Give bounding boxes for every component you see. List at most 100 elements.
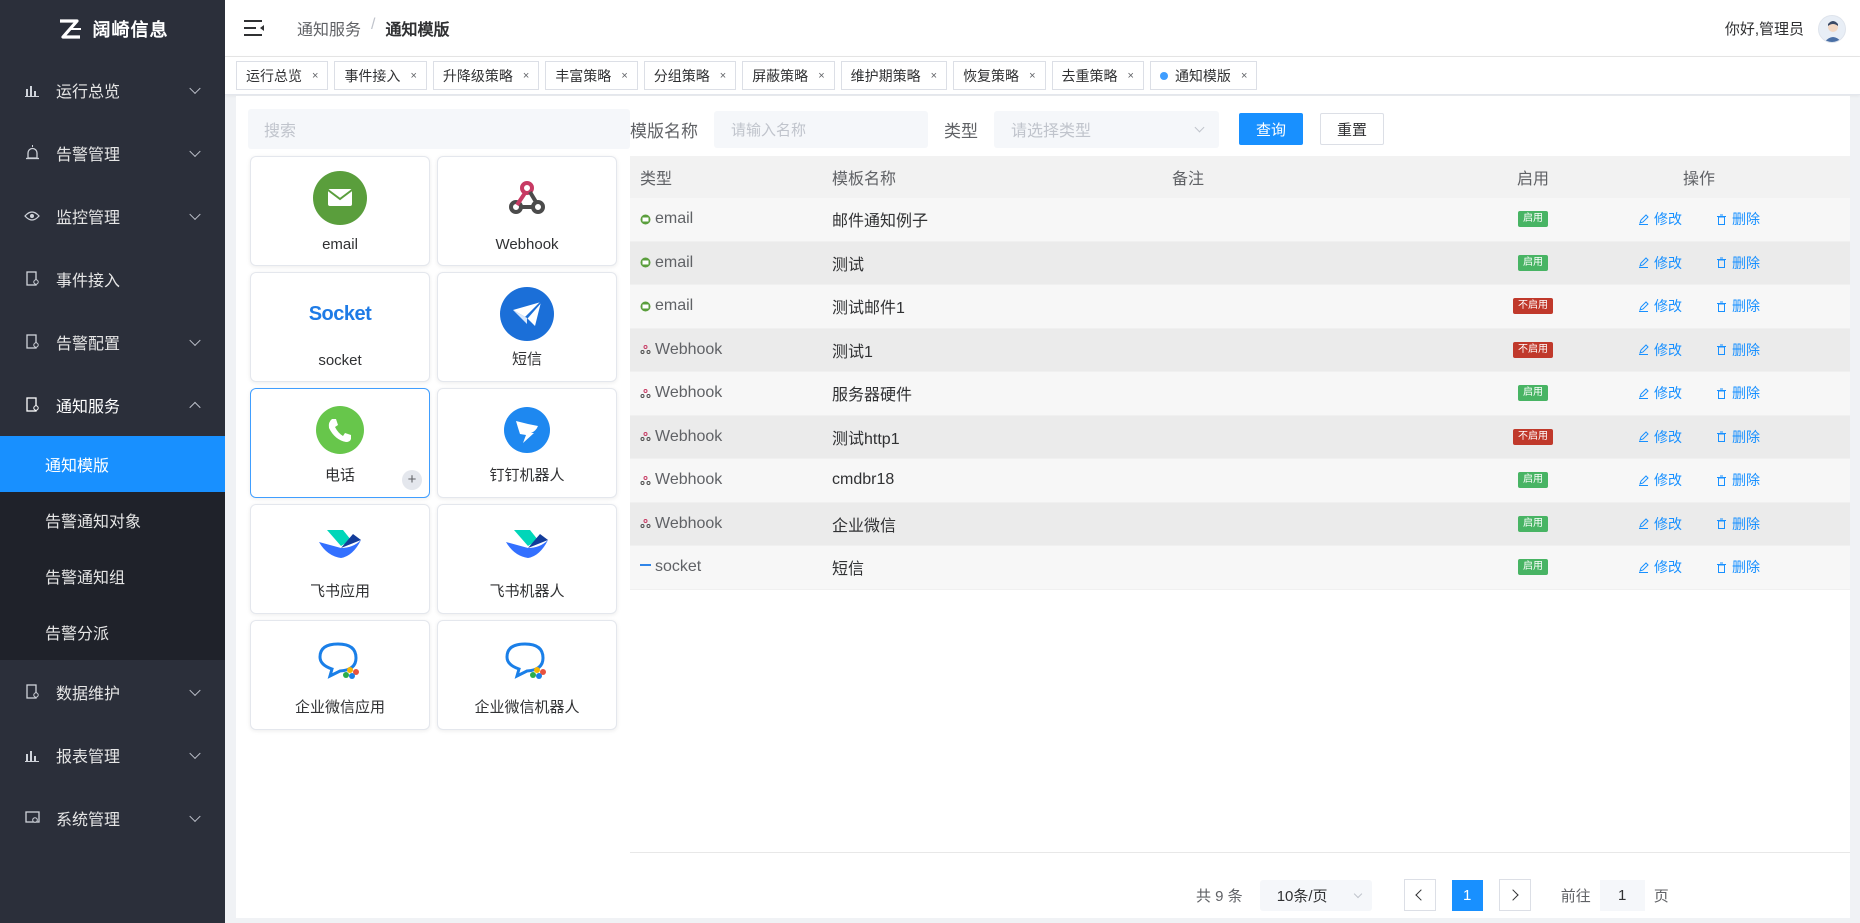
close-icon[interactable]: × (1241, 70, 1247, 82)
edit-button[interactable]: 修改 (1638, 557, 1682, 577)
phone-icon (312, 402, 368, 458)
edit-button[interactable]: 修改 (1638, 340, 1682, 360)
sidebar-item-label: 通知服务 (56, 398, 121, 416)
close-icon[interactable]: × (818, 70, 824, 82)
channel-card-email[interactable]: email (250, 156, 430, 266)
tag-group[interactable]: 分组策略 × (643, 61, 737, 90)
next-page-button[interactable] (1498, 879, 1531, 911)
menu-toggle-icon[interactable] (243, 19, 265, 37)
sidebar-item-system[interactable]: 系统管理 (0, 786, 225, 849)
tag-events[interactable]: 事件接入 × (334, 61, 427, 90)
page-number-current[interactable]: 1 (1451, 879, 1483, 911)
delete-button[interactable]: 删除 (1716, 514, 1760, 534)
tag-notify-template[interactable]: 通知模版 × (1149, 61, 1258, 90)
tag-shield[interactable]: 屏蔽策略 × (742, 61, 835, 90)
chevron-down-icon (1194, 122, 1205, 132)
trash-icon (1716, 518, 1727, 530)
channel-search-input[interactable]: 搜索 (248, 109, 630, 149)
logo-icon (59, 19, 81, 39)
goto-page-input[interactable]: 1 (1599, 879, 1645, 911)
delete-button[interactable]: 删除 (1716, 296, 1760, 316)
avatar[interactable] (1818, 14, 1846, 43)
dingtalk-icon (499, 402, 555, 458)
sidebar-item-alarm[interactable]: 告警管理 (0, 121, 225, 184)
sidebar-item-reports[interactable]: 报表管理 (0, 723, 225, 786)
channel-card-feishu-bot[interactable]: 飞书机器人 (437, 504, 617, 614)
sidebar-item-data[interactable]: 数据维护 (0, 660, 225, 723)
template-table: 类型 模板名称 备注 启用 操作 email 邮件通知例子 启用 修改 删除 email 测… (630, 156, 1850, 590)
edit-button[interactable]: 修改 (1638, 296, 1682, 316)
sidebar-subitem-notify-target[interactable]: 告警通知对象 (0, 492, 225, 548)
delete-button[interactable]: 删除 (1716, 340, 1760, 360)
close-icon[interactable]: × (410, 70, 416, 82)
sidebar-subitem-notify-template[interactable]: 通知模版 (0, 436, 225, 492)
app-logo[interactable]: 阔崎信息 (0, 0, 225, 58)
query-button[interactable]: 查询 (1239, 113, 1303, 145)
channel-card-phone[interactable]: 电话 + (250, 388, 430, 498)
delete-button[interactable]: 删除 (1716, 209, 1760, 229)
tag-overview[interactable]: 运行总览 × (236, 61, 329, 90)
table-row: email 邮件通知例子 启用 修改 删除 (630, 198, 1850, 242)
column-header-actions: 操作 (1682, 171, 1715, 188)
trash-icon (1716, 214, 1727, 225)
name-filter-input[interactable]: 请输入名称 (714, 110, 928, 148)
edit-button[interactable]: 修改 (1638, 470, 1682, 490)
reset-button[interactable]: 重置 (1320, 113, 1384, 145)
close-icon[interactable]: × (312, 70, 318, 82)
chevron-down-icon (189, 810, 201, 822)
breadcrumb-parent[interactable]: 通知服务 (297, 16, 361, 40)
bar-chart-icon (24, 747, 40, 763)
edit-icon (1638, 562, 1649, 573)
delete-button[interactable]: 删除 (1716, 383, 1760, 403)
close-icon[interactable]: × (1029, 70, 1035, 82)
settings-icon (24, 810, 40, 826)
delete-button[interactable]: 删除 (1716, 427, 1760, 447)
page-size-select[interactable]: 10条/页 (1259, 879, 1372, 911)
add-icon[interactable]: + (402, 470, 422, 490)
channel-card-label: Webhook (495, 236, 559, 253)
channel-card-wecom-bot[interactable]: 企业微信机器人 (437, 620, 617, 730)
delete-button[interactable]: 删除 (1716, 470, 1760, 490)
channel-card-webhook[interactable]: Webhook (437, 156, 617, 266)
close-icon[interactable]: × (720, 70, 726, 82)
close-icon[interactable]: × (931, 70, 937, 82)
status-badge: 启用 (1518, 254, 1548, 271)
channel-card-wecom-app[interactable]: 企业微信应用 (250, 620, 430, 730)
close-icon[interactable]: × (621, 70, 627, 82)
tag-maintenance[interactable]: 维护期策略 × (840, 61, 948, 90)
tag-enrich[interactable]: 丰富策略 × (545, 61, 638, 90)
sidebar-subitem-dispatch[interactable]: 告警分派 (0, 604, 225, 660)
main-content: 搜索 email Webhook Socket socket 短信 电话 + 钉… (236, 96, 1850, 918)
edit-button[interactable]: 修改 (1638, 209, 1682, 229)
sidebar-item-monitor[interactable]: 监控管理 (0, 184, 225, 247)
sidebar-item-overview[interactable]: 运行总览 (0, 58, 225, 121)
channel-card-socket[interactable]: Socket socket (250, 272, 430, 382)
sidebar-subitem-notify-group[interactable]: 告警通知组 (0, 548, 225, 604)
status-badge: 不启用 (1513, 298, 1553, 315)
sidebar-item-notify[interactable]: 通知服务 (0, 373, 225, 436)
channel-card-dingtalk[interactable]: 钉钉机器人 (437, 388, 617, 498)
sidebar-item-label: 数据维护 (56, 685, 121, 703)
user-area[interactable]: 你好,管理员 (1725, 0, 1846, 57)
table-header: 类型 模板名称 备注 启用 操作 (630, 156, 1850, 198)
edit-button[interactable]: 修改 (1638, 514, 1682, 534)
channel-card-feishu-app[interactable]: 飞书应用 (250, 504, 430, 614)
sidebar-item-alarm-config[interactable]: 告警配置 (0, 310, 225, 373)
app-name: 阔崎信息 (92, 20, 169, 40)
edit-button[interactable]: 修改 (1638, 383, 1682, 403)
edit-button[interactable]: 修改 (1638, 253, 1682, 273)
close-icon[interactable]: × (523, 70, 529, 82)
delete-button[interactable]: 删除 (1716, 253, 1760, 273)
sidebar-item-label: 告警配置 (56, 335, 121, 353)
prev-page-button[interactable] (1403, 879, 1436, 911)
tag-recover[interactable]: 恢复策略 × (953, 61, 1046, 90)
channel-card-sms[interactable]: 短信 (437, 272, 617, 382)
edit-button[interactable]: 修改 (1638, 427, 1682, 447)
sidebar-item-events[interactable]: 事件接入 (0, 247, 225, 310)
tag-escalation[interactable]: 升降级策略 × (432, 61, 540, 90)
tag-dedup[interactable]: 去重策略 × (1051, 61, 1144, 90)
delete-button[interactable]: 删除 (1716, 557, 1760, 577)
close-icon[interactable]: × (1128, 70, 1134, 82)
type-filter-select[interactable]: 请选择类型 (994, 110, 1219, 148)
tag-label: 丰富策略 (555, 67, 612, 84)
